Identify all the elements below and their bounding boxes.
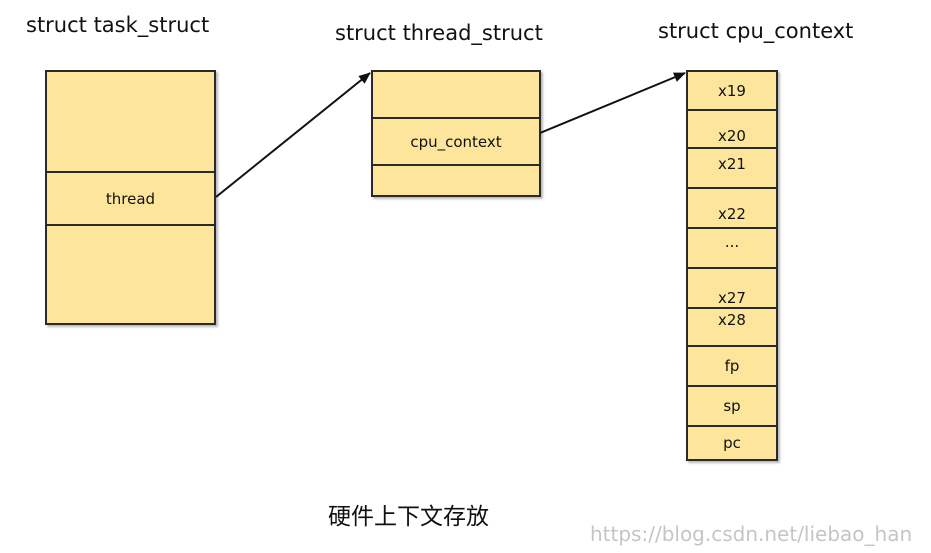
pointer-arrows bbox=[215, 72, 686, 198]
diagram-caption: 硬件上下文存放 bbox=[328, 504, 489, 530]
watermark: https://blog.csdn.net/liebao_han bbox=[590, 522, 913, 546]
arrow-thread-to-thread-struct bbox=[215, 72, 371, 198]
arrow-cpu-context-to-cpu-context-struct bbox=[539, 72, 686, 134]
